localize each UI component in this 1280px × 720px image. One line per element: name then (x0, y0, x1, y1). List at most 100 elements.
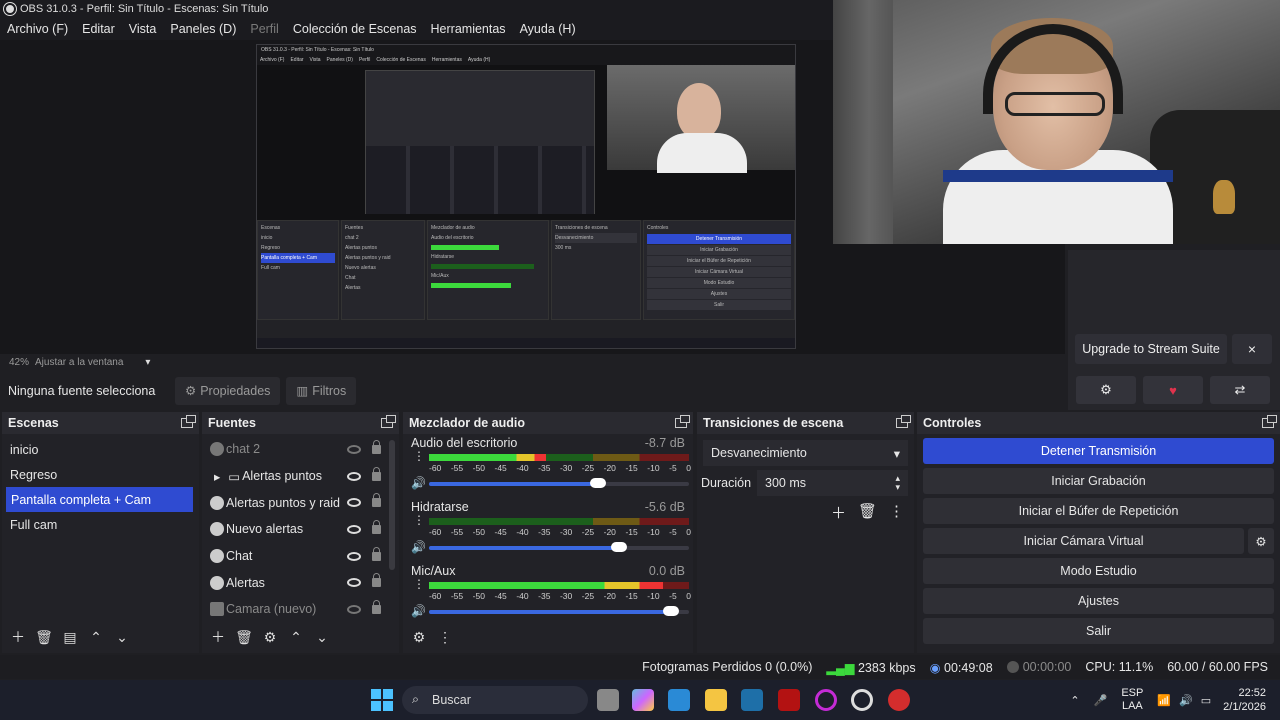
volume-slider[interactable] (429, 478, 689, 488)
source-item[interactable]: Camara (nuevo) (202, 596, 399, 623)
lock-icon[interactable] (372, 599, 381, 614)
eye-icon[interactable] (347, 551, 361, 561)
volume-slider[interactable] (429, 606, 689, 616)
opera-gx-icon[interactable] (815, 689, 837, 711)
stop-streaming-button[interactable]: Detener Transmisión (923, 438, 1274, 464)
eye-icon[interactable] (347, 498, 361, 508)
windows-start-icon[interactable] (371, 689, 393, 711)
expand-icon[interactable]: ▸ (214, 469, 220, 484)
spin-icon[interactable]: ▴ ▾ (895, 474, 900, 492)
source-item[interactable]: Alertas puntos y raid (202, 489, 399, 516)
add-icon[interactable]: ＋ (208, 627, 228, 647)
start-virtual-camera-button[interactable]: Iniciar Cámara Virtual (923, 528, 1244, 554)
properties-button[interactable]: ⚙ Propiedades (175, 376, 281, 405)
battery-icon[interactable]: ▭ (1201, 694, 1211, 707)
gear-icon[interactable]: ⚙ (260, 627, 280, 647)
trash-icon[interactable]: 🗑 (34, 627, 54, 647)
menu-archivo[interactable]: Archivo (F) (0, 22, 75, 36)
add-icon[interactable]: ＋ (8, 627, 28, 647)
start-recording-button[interactable]: Iniciar Grabación (923, 468, 1274, 494)
slider-knob[interactable] (610, 542, 627, 552)
source-group-item[interactable]: ▸ ▭ Alertas puntos (202, 463, 399, 490)
add-icon[interactable]: ＋ (831, 502, 846, 523)
swap-icon[interactable]: ⇄ (1210, 376, 1270, 404)
menu-vista[interactable]: Vista (122, 22, 164, 36)
studio-mode-button[interactable]: Modo Estudio (923, 558, 1274, 584)
speaker-icon[interactable]: 🔊 (411, 540, 427, 554)
lock-icon[interactable] (372, 466, 381, 481)
kebab-menu-icon[interactable]: ⋮ (413, 578, 425, 590)
zoom-fit-select[interactable]: Ajustar a la ventana (35, 357, 123, 368)
lock-icon[interactable] (372, 546, 381, 561)
menu-editar[interactable]: Editar (75, 22, 122, 36)
taskbar-search[interactable]: ⌕ Buscar (402, 686, 588, 714)
kebab-menu-icon[interactable]: ⋮ (413, 450, 425, 462)
source-item[interactable]: Alertas (202, 569, 399, 596)
eye-icon[interactable] (347, 578, 361, 588)
duration-input[interactable]: 300 ms ▴ ▾ (757, 470, 908, 496)
kebab-menu-icon[interactable]: ⋮ (413, 514, 425, 526)
advanced-audio-gear-icon[interactable]: ⚙ (409, 627, 429, 647)
chevron-down-icon[interactable]: ⌄ (112, 627, 132, 647)
menu-coleccion-escenas[interactable]: Colección de Escenas (286, 22, 424, 36)
menu-herramientas[interactable]: Herramientas (424, 22, 513, 36)
scene-item-selected[interactable]: Pantalla completa + Cam (6, 487, 193, 512)
app-icon[interactable] (888, 689, 910, 711)
undock-icon[interactable] (181, 415, 196, 428)
eye-hidden-icon[interactable] (347, 604, 361, 614)
trash-icon[interactable]: 🗑 (234, 627, 254, 647)
speaker-icon[interactable]: 🔊 (411, 476, 427, 490)
app-icon[interactable] (741, 689, 763, 711)
pdf-icon[interactable] (778, 689, 800, 711)
menu-paneles[interactable]: Paneles (D) (163, 22, 243, 36)
undock-icon[interactable] (1262, 415, 1277, 428)
chevron-down-icon[interactable]: ⌄ (312, 627, 332, 647)
trash-icon[interactable]: 🗑 (858, 502, 877, 523)
chevron-up-icon[interactable]: ⌃ (1070, 694, 1079, 707)
chevron-up-icon[interactable]: ⌃ (86, 627, 106, 647)
language-indicator[interactable]: ESP LAA (1121, 687, 1143, 713)
photos-icon[interactable] (668, 689, 690, 711)
undock-icon[interactable] (675, 415, 690, 428)
virtual-camera-gear-icon[interactable]: ⚙ (1248, 528, 1274, 554)
close-stream-suite-button[interactable]: × (1232, 334, 1272, 364)
menu-perfil[interactable]: Perfil (243, 22, 285, 36)
obs-taskbar-icon[interactable] (851, 689, 873, 711)
slider-knob[interactable] (590, 478, 606, 488)
microphone-icon[interactable]: 🎤 (1094, 694, 1108, 707)
menu-ayuda[interactable]: Ayuda (H) (513, 22, 583, 36)
chevron-up-icon[interactable]: ⌃ (286, 627, 306, 647)
scene-item[interactable]: inicio (2, 437, 199, 462)
eye-icon[interactable] (347, 471, 361, 481)
lock-icon[interactable] (372, 519, 381, 534)
start-replay-buffer-button[interactable]: Iniciar el Búfer de Repetición (923, 498, 1274, 524)
volume-icon[interactable]: 🔊 (1179, 694, 1193, 707)
scene-item[interactable]: Full cam (2, 512, 199, 537)
undock-icon[interactable] (381, 415, 396, 428)
filters-button[interactable]: ▥ Filtros (286, 376, 357, 405)
clock[interactable]: 22:52 2/1/2026 (1223, 686, 1266, 714)
file-explorer-icon[interactable] (705, 689, 727, 711)
exit-button[interactable]: Salir (923, 618, 1274, 644)
chevron-down-icon[interactable]: ▾ (145, 357, 150, 368)
gear-icon[interactable]: ⚙ (1076, 376, 1136, 404)
undock-icon[interactable] (896, 415, 911, 428)
source-item[interactable]: Chat (202, 543, 399, 570)
volume-slider[interactable] (429, 542, 689, 552)
kebab-menu-icon[interactable]: ⋮ (889, 502, 904, 523)
slider-knob[interactable] (662, 606, 679, 616)
settings-button[interactable]: Ajustes (923, 588, 1274, 614)
heart-icon[interactable]: ♥ (1143, 376, 1203, 404)
scrollbar[interactable] (389, 440, 395, 570)
lock-icon[interactable] (372, 573, 381, 588)
lock-icon[interactable] (372, 493, 381, 508)
eye-hidden-icon[interactable] (347, 444, 361, 454)
upgrade-stream-suite-button[interactable]: Upgrade to Stream Suite (1075, 334, 1227, 364)
kebab-menu-icon[interactable]: ⋮ (435, 627, 455, 647)
copilot-icon[interactable] (632, 689, 654, 711)
wifi-icon[interactable]: 📶 (1157, 694, 1171, 707)
transition-select[interactable]: Desvanecimiento ▾ (703, 440, 908, 466)
source-item[interactable]: chat 2 (202, 436, 399, 463)
lock-icon[interactable] (372, 439, 381, 454)
task-view-icon[interactable] (597, 689, 619, 711)
